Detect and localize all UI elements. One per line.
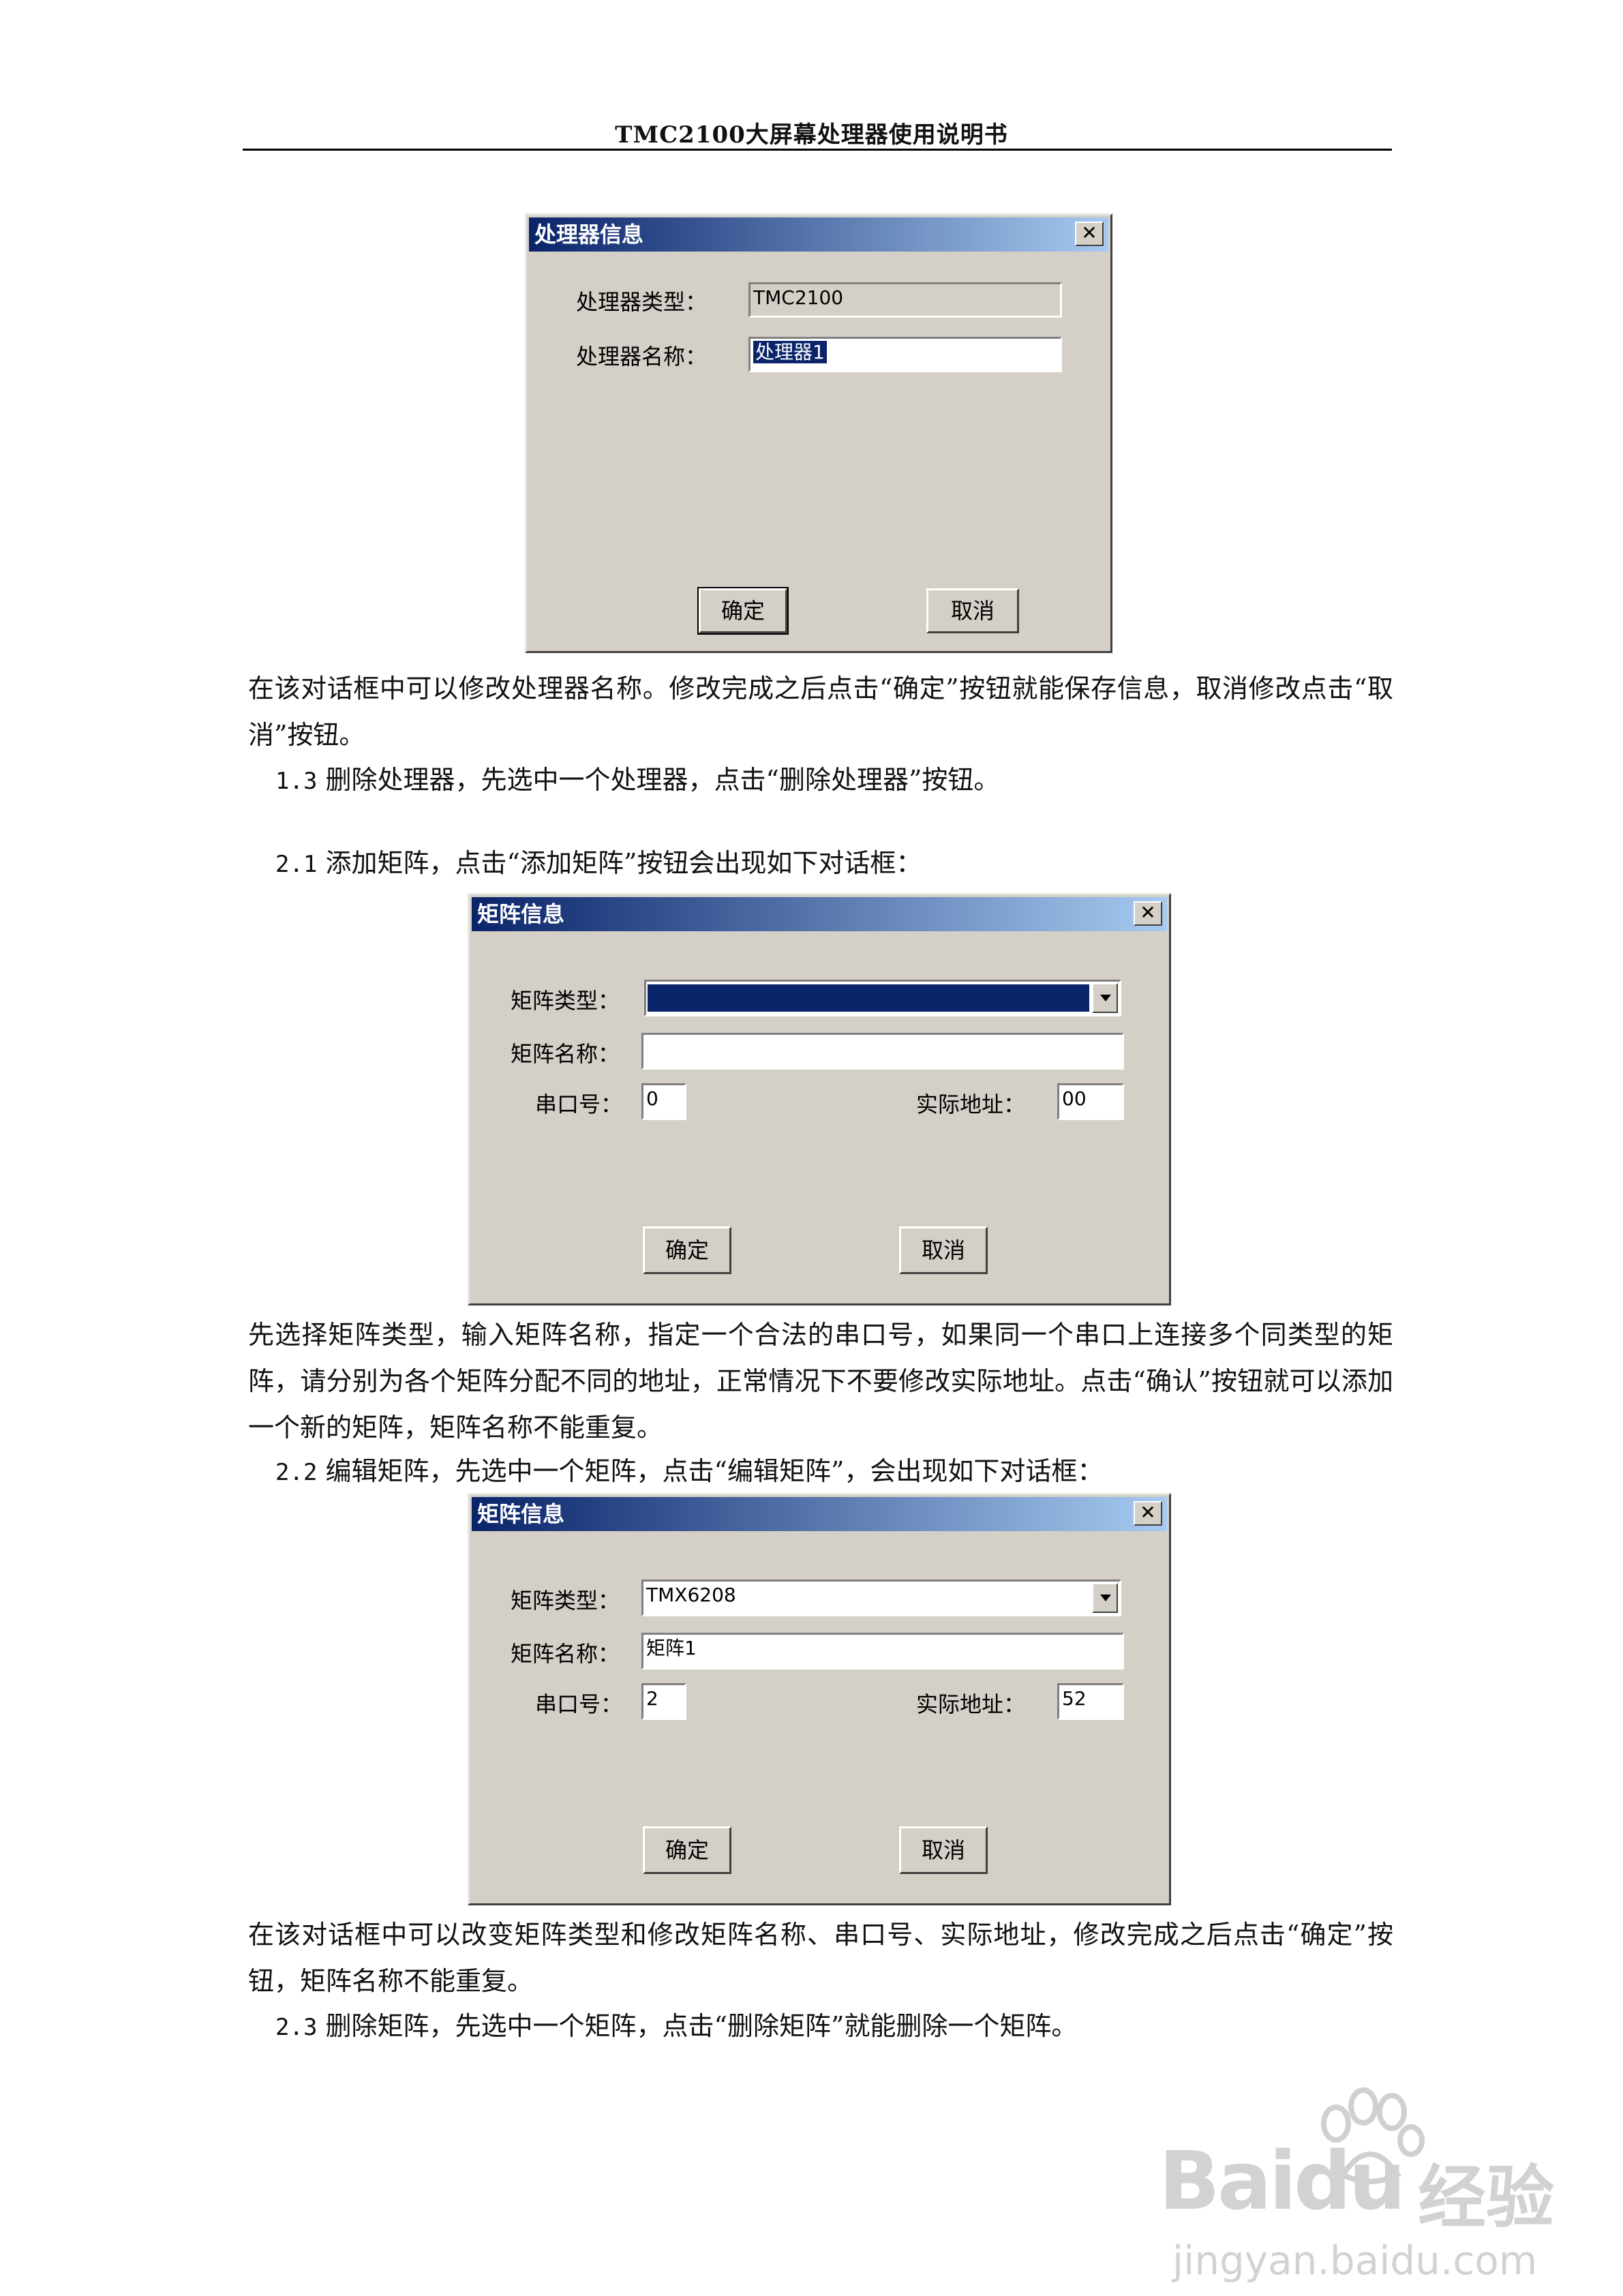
- dialog-title-bar: 矩阵信息: [472, 897, 1167, 931]
- matrix-add-dialog: 矩阵信息 ✕ 矩阵类型： 矩阵名称： 串口号： 0 实际地址： 00 确定 取消: [468, 893, 1171, 1305]
- actual-address-input[interactable]: 00: [1057, 1083, 1124, 1120]
- document-header-title: TMC2100大屏幕处理器使用说明书: [615, 121, 1008, 149]
- cancel-button[interactable]: 取消: [926, 588, 1019, 633]
- paragraph: 先选择矩阵类型，输入矩阵名称，指定一个合法的串口号，如果同一个串口上连接多个同类…: [248, 1320, 1393, 1442]
- watermark-brand: Bai: [1159, 2134, 1296, 2228]
- step-2-2: 2.2 编辑矩阵，先选中一个矩阵，点击“编辑矩阵”，会出现如下对话框：: [275, 1456, 1104, 1486]
- processor-name-input[interactable]: 处理器1: [748, 337, 1062, 372]
- actual-address-label: 实际地址：: [916, 1691, 1026, 1717]
- close-button[interactable]: ✕: [1075, 222, 1104, 246]
- close-button[interactable]: ✕: [1134, 901, 1162, 926]
- dialog-title-bar: 矩阵信息: [472, 1497, 1167, 1531]
- serial-port-input[interactable]: 2: [641, 1683, 686, 1720]
- processor-name-label: 处理器名称：: [576, 344, 708, 369]
- watermark-url: jingyan.baidu.com: [1172, 2237, 1538, 2284]
- paragraph: 在该对话框中可以修改处理器名称。修改完成之后点击“确定”按钮就能保存信息，取消修…: [248, 674, 1393, 750]
- step-2-3: 2.3 删除矩阵，先选中一个矩阵，点击“删除矩阵”就能删除一个矩阵。: [275, 2011, 1078, 2041]
- matrix-name-input[interactable]: 矩阵1: [641, 1633, 1124, 1670]
- actual-address-label: 实际地址：: [916, 1091, 1026, 1117]
- matrix-type-label: 矩阵类型：: [511, 1588, 620, 1614]
- matrix-name-label: 矩阵名称：: [511, 1041, 620, 1067]
- cancel-button[interactable]: 取消: [899, 1826, 988, 1874]
- matrix-name-label: 矩阵名称：: [511, 1641, 620, 1667]
- serial-port-input[interactable]: 0: [641, 1083, 686, 1120]
- processor-type-label: 处理器类型：: [576, 289, 708, 315]
- matrix-type-combobox[interactable]: TMX6208: [641, 1580, 1121, 1616]
- actual-address-input[interactable]: 52: [1057, 1683, 1124, 1720]
- matrix-edit-dialog: 矩阵信息 ✕ 矩阵类型： TMX6208 矩阵名称： 矩阵1 串口号： 2 实际…: [468, 1493, 1171, 1905]
- serial-port-label: 串口号：: [535, 1691, 623, 1717]
- ok-button[interactable]: 确定: [697, 587, 789, 635]
- watermark-brand-2: du: [1294, 2134, 1406, 2228]
- paragraph: 在该对话框中可以改变矩阵类型和修改矩阵名称、串口号、实际地址，修改完成之后点击“…: [248, 1920, 1393, 1996]
- header-rule: [243, 149, 1392, 151]
- chevron-down-icon[interactable]: [1092, 1583, 1118, 1613]
- ok-button[interactable]: 确定: [643, 1226, 731, 1274]
- step-2-1: 2.1 添加矩阵，点击“添加矩阵”按钮会出现如下对话框：: [275, 848, 922, 878]
- watermark-cn: 经验: [1418, 2158, 1554, 2237]
- close-button[interactable]: ✕: [1134, 1501, 1162, 1526]
- matrix-type-combobox[interactable]: [644, 980, 1121, 1016]
- matrix-type-label: 矩阵类型：: [511, 988, 620, 1014]
- step-1-3: 1.3 删除处理器，先选中一个处理器，点击“删除处理器”按钮。: [275, 765, 1000, 795]
- processor-info-dialog: 处理器信息 ✕ 处理器类型： TMC2100 处理器名称： 处理器1 确定 取消: [525, 213, 1112, 653]
- processor-type-field: TMC2100: [748, 282, 1062, 318]
- dialog-title-bar: 处理器信息: [529, 217, 1108, 252]
- dialog-title: 矩阵信息: [477, 1501, 565, 1527]
- dialog-title: 矩阵信息: [477, 901, 565, 927]
- ok-button[interactable]: 确定: [643, 1826, 731, 1874]
- cancel-button[interactable]: 取消: [899, 1226, 988, 1274]
- matrix-name-input[interactable]: [641, 1033, 1124, 1070]
- chevron-down-icon[interactable]: [1092, 983, 1118, 1013]
- combobox-selection: [648, 984, 1089, 1012]
- baidu-jingyan-watermark: Baidu 经验 jingyan.baidu.com: [1152, 2086, 1561, 2291]
- serial-port-label: 串口号：: [535, 1091, 623, 1117]
- dialog-title: 处理器信息: [534, 222, 644, 247]
